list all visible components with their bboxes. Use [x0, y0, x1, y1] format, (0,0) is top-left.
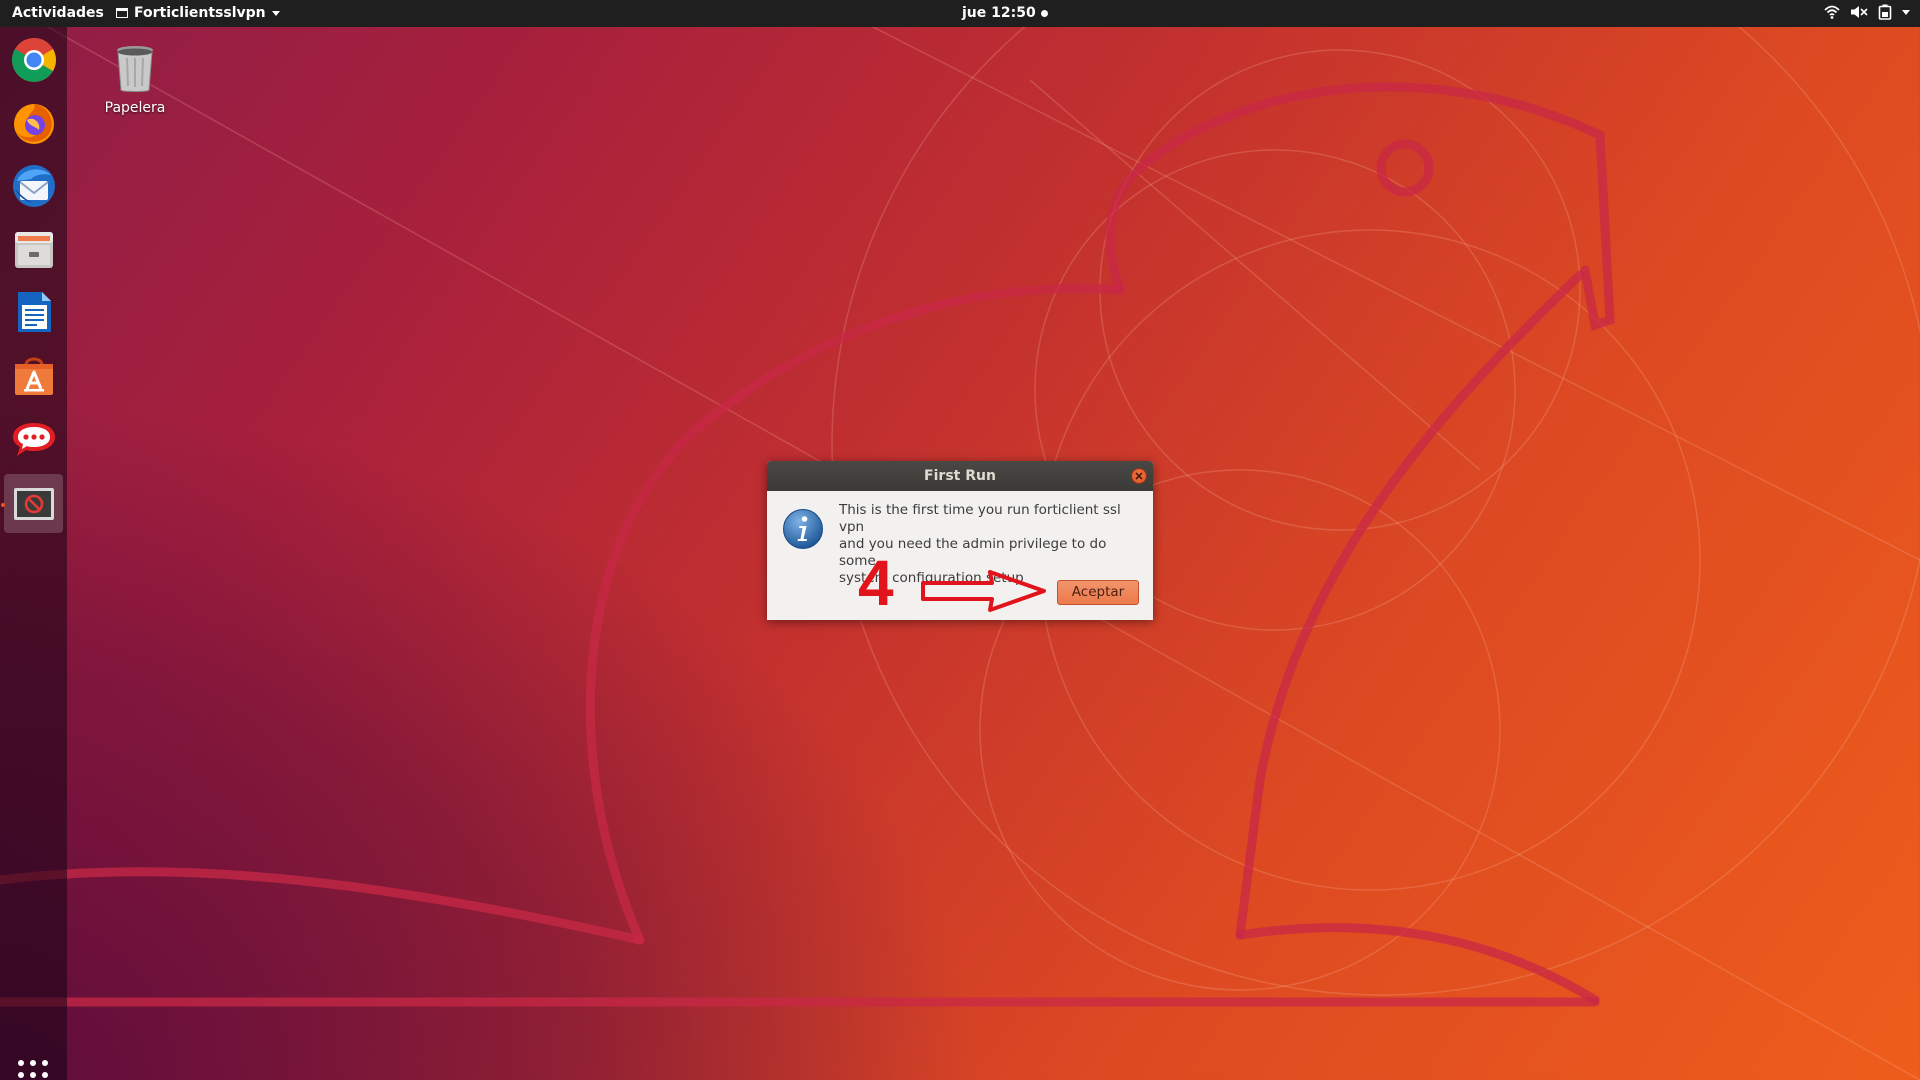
dock-item-firefox[interactable] [4, 93, 63, 152]
files-icon [14, 231, 53, 268]
software-icon [14, 357, 53, 395]
trash-label: Papelera [104, 100, 166, 116]
dialog-title: First Run [924, 468, 996, 484]
running-indicator [1, 503, 5, 507]
dock-item-chrome[interactable] [4, 30, 63, 89]
writer-icon [17, 291, 51, 332]
dock-item-forticlient[interactable] [4, 474, 63, 533]
arrow-right-icon [921, 570, 1046, 612]
system-tray[interactable] [1824, 4, 1910, 20]
chevron-down-icon [1902, 9, 1910, 15]
activities-button[interactable]: Actividades [12, 5, 104, 21]
info-icon [783, 509, 823, 549]
accept-button[interactable]: Aceptar [1057, 580, 1139, 605]
clock-label: jue 12:50 [962, 5, 1036, 21]
top-bar: Actividades Forticlientsslvpn jue 12:50 [0, 0, 1920, 27]
dock-item-files[interactable] [4, 219, 63, 278]
rocketchat-icon [12, 422, 55, 456]
window-icon [116, 8, 128, 18]
close-icon [1135, 472, 1143, 480]
dock-item-thunderbird[interactable] [4, 156, 63, 215]
step-number-annotation: 4 [858, 547, 894, 619]
battery-icon [1878, 4, 1892, 20]
dock-item-writer[interactable] [4, 282, 63, 341]
dock-item-software[interactable] [4, 345, 63, 404]
notification-dot-icon [1040, 9, 1048, 17]
wifi-icon [1824, 5, 1840, 19]
close-button[interactable] [1131, 468, 1147, 484]
speaker-muted-icon [1851, 6, 1868, 18]
firefox-icon [13, 103, 54, 144]
app-menu[interactable]: Forticlientsslvpn [116, 5, 280, 21]
app-menu-label: Forticlientsslvpn [134, 5, 266, 21]
thunderbird-icon [12, 164, 55, 207]
desktop-trash[interactable]: Papelera [95, 44, 175, 116]
dock [0, 27, 67, 1080]
apps-grid-icon[interactable] [17, 1059, 49, 1080]
dock-item-rocketchat[interactable] [4, 408, 63, 467]
trash-icon [117, 46, 153, 92]
chrome-icon [11, 37, 56, 82]
forticlient-icon [13, 487, 54, 520]
chevron-down-icon [271, 10, 280, 16]
dialog-titlebar[interactable]: First Run [767, 461, 1153, 491]
clock[interactable]: jue 12:50 [962, 5, 1048, 21]
